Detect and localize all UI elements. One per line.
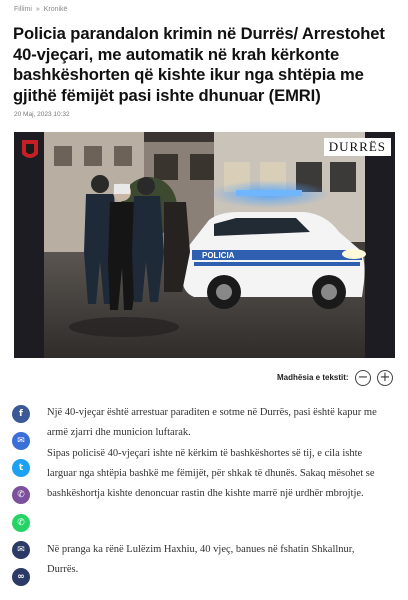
location-label: DURRËS: [323, 138, 391, 156]
copy-link-button[interactable]: ∞: [12, 568, 30, 586]
arrest-scene-image: POLICIA: [14, 132, 395, 358]
article-page: Fillimi » Kronikë Policia parandalon kri…: [0, 0, 408, 600]
increase-font-button[interactable]: +: [377, 370, 393, 386]
facebook-icon: f: [19, 409, 23, 419]
messenger-share-button[interactable]: ✉: [12, 432, 30, 450]
viber-icon: ✆: [17, 490, 25, 500]
link-icon: ∞: [17, 572, 25, 582]
breadcrumb-home[interactable]: Fillimi: [14, 6, 32, 13]
whatsapp-icon: ✆: [17, 518, 25, 528]
breadcrumb-section[interactable]: Kronikë: [44, 6, 68, 13]
twitter-share-button[interactable]: t: [12, 459, 30, 477]
messenger-icon: ✉: [17, 436, 25, 446]
breadcrumb: Fillimi » Kronikë: [14, 6, 69, 13]
article-paragraph: Sipas policisë 40-vjeçari ishte në kërki…: [47, 448, 375, 499]
email-icon: ✉: [17, 545, 25, 555]
facebook-share-button[interactable]: f: [12, 405, 30, 423]
police-car-text: POLICIA: [202, 251, 235, 260]
article-paragraph: Në pranga ka rënë Lulëzim Haxhiu, 40 vje…: [47, 544, 355, 575]
email-share-button[interactable]: ✉: [12, 541, 30, 559]
article-date: 20 Maj, 2023 10:32: [14, 111, 70, 118]
viber-share-button[interactable]: ✆: [12, 486, 30, 504]
article-photo: POLICIA DURRËS: [14, 132, 395, 358]
decrease-font-button[interactable]: −: [355, 370, 371, 386]
whatsapp-share-button[interactable]: ✆: [12, 514, 30, 532]
twitter-icon: t: [18, 463, 24, 473]
font-size-label: Madhësia e tekstit:: [277, 373, 349, 382]
breadcrumb-separator: »: [35, 6, 40, 13]
article-title: Policia parandalon krimin në Durrës/ Arr…: [13, 24, 385, 105]
article-paragraph: Një 40-vjeçar është arrestuar paraditen …: [47, 407, 377, 438]
